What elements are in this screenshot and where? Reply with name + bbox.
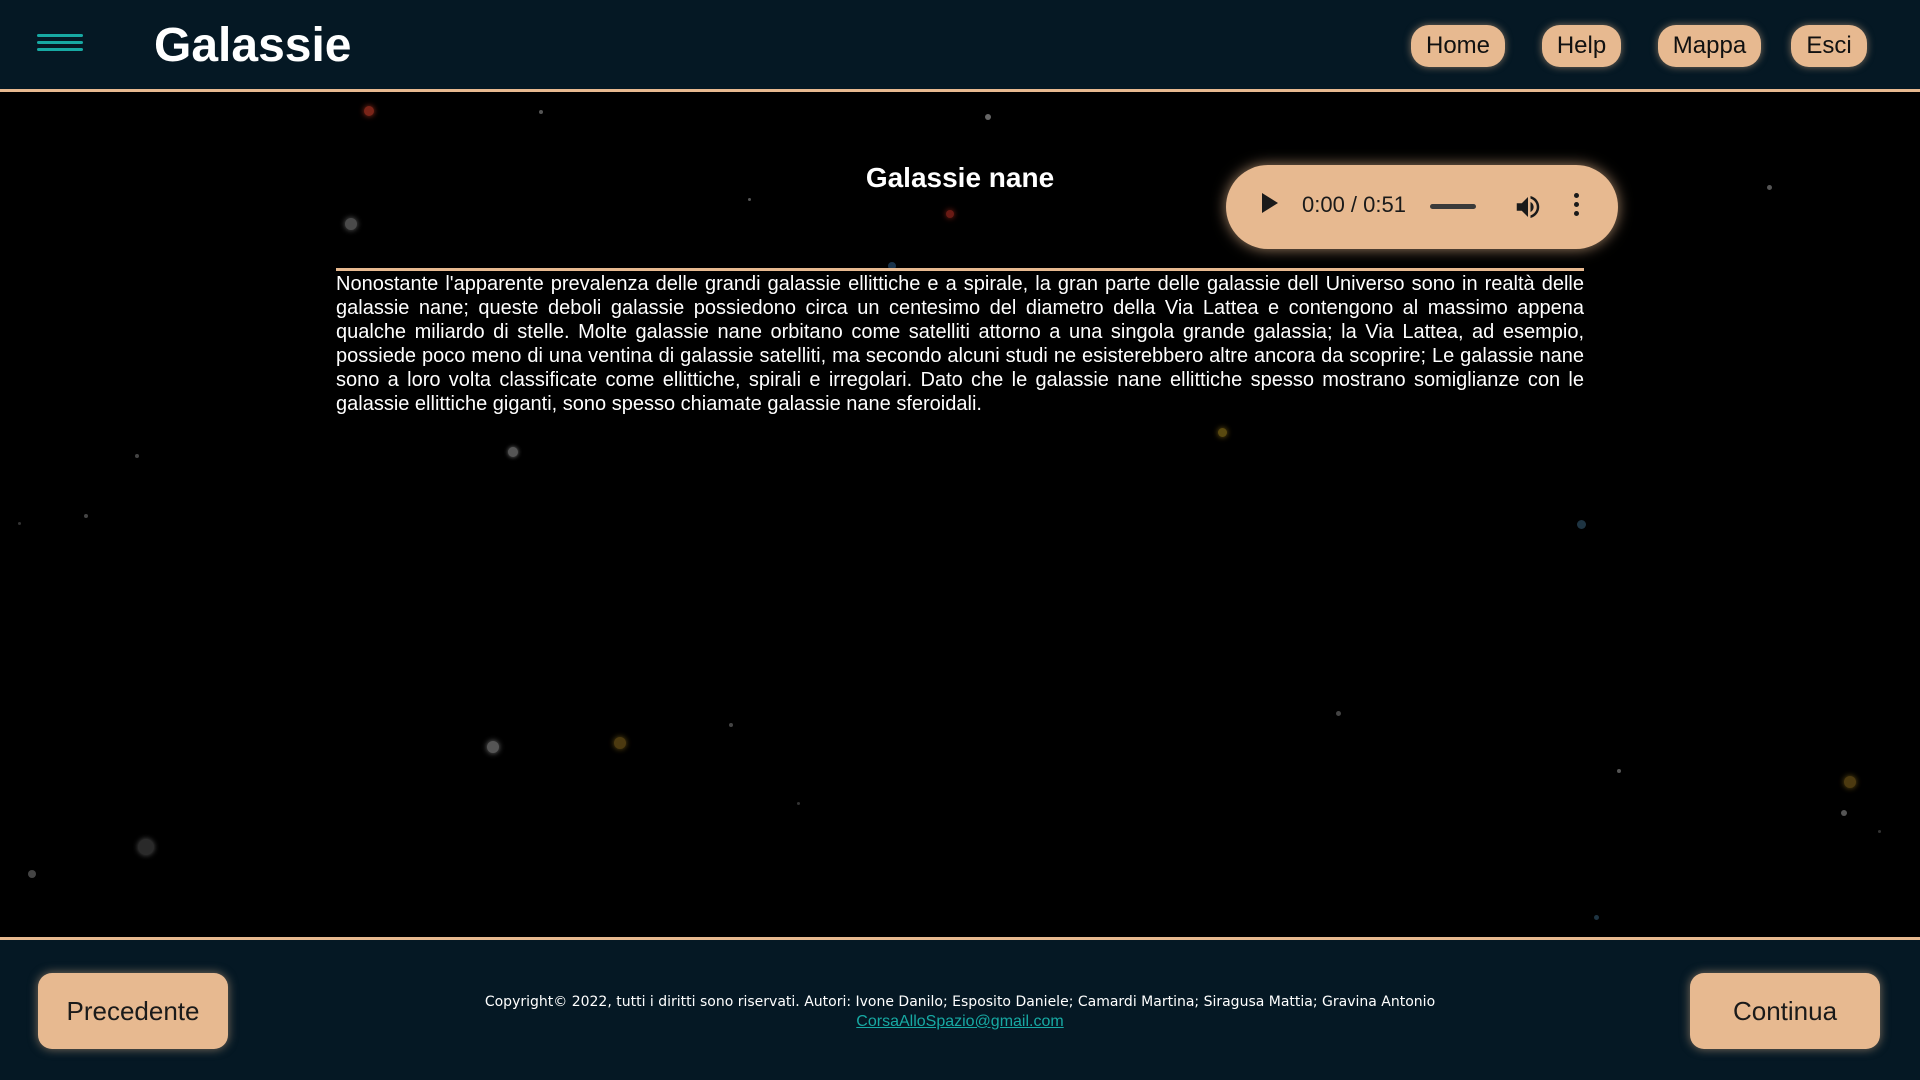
- volume-icon[interactable]: [1513, 192, 1543, 222]
- copyright-text: Copyright© 2022, tutti i diritti sono ri…: [484, 994, 1436, 1010]
- continue-button[interactable]: Continua: [1690, 973, 1880, 1049]
- content-area: Galassie nane 0:00 / 0:51 Nonostante l'a…: [0, 92, 1920, 937]
- audio-time: 0:00 / 0:51: [1302, 192, 1406, 217]
- nav-home-button[interactable]: Home: [1411, 25, 1505, 67]
- section-title: Galassie nane: [865, 162, 1055, 193]
- hamburger-menu-icon[interactable]: [37, 34, 85, 58]
- app-title: Galassie: [154, 19, 352, 72]
- footer: Precedente Copyright© 2022, tutti i diri…: [0, 937, 1920, 1080]
- audio-progress-slider[interactable]: [1430, 204, 1476, 209]
- nav-map-button[interactable]: Mappa: [1658, 25, 1761, 67]
- more-vertical-icon[interactable]: [1571, 193, 1581, 221]
- audio-player[interactable]: 0:00 / 0:51: [1226, 165, 1618, 249]
- nav-help-button[interactable]: Help: [1542, 25, 1621, 67]
- top-header: Galassie Home Help Mappa Esci: [0, 0, 1920, 92]
- article-text: Nonostante l'apparente prevalenza delle …: [336, 273, 1584, 415]
- content-divider: [336, 268, 1584, 271]
- nav-exit-button[interactable]: Esci: [1791, 25, 1867, 67]
- play-icon[interactable]: [1262, 193, 1278, 213]
- email-link[interactable]: CorsaAlloSpazio@gmail.com: [760, 1012, 1160, 1032]
- previous-button[interactable]: Precedente: [38, 973, 228, 1049]
